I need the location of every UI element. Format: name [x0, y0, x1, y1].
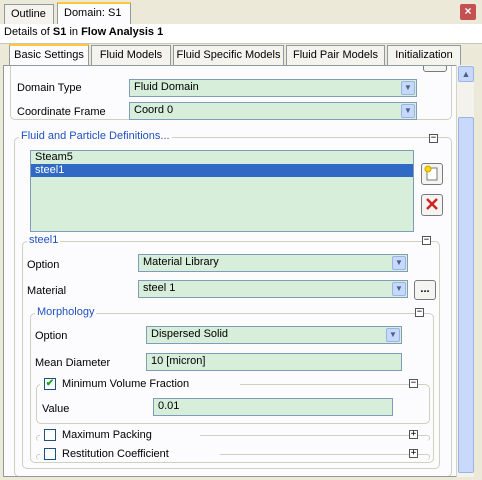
domain-type-value: Fluid Domain	[134, 81, 199, 93]
morphology-title: Morphology	[35, 306, 97, 318]
tab-fluid-pair-models[interactable]: Fluid Pair Models	[286, 45, 385, 65]
details-header: Details of S1 in Flow Analysis 1	[0, 24, 482, 44]
tab-basic-settings-label: Basic Settings	[14, 49, 84, 61]
list-item[interactable]: Steam5	[31, 151, 413, 164]
mean-diameter-input[interactable]: 10 [micron]	[146, 353, 402, 371]
tab-initialization-label: Initialization	[395, 49, 453, 61]
chevron-down-icon[interactable]: ▼	[392, 282, 406, 296]
chevron-down-icon[interactable]: ▼	[386, 328, 400, 342]
min-volume-fraction-label: Minimum Volume Fraction	[62, 378, 190, 390]
max-packing-label: Maximum Packing	[62, 429, 152, 441]
tab-domain-label: Domain: S1	[64, 7, 122, 19]
expand-icon[interactable]: +	[409, 430, 418, 439]
mean-diameter-value: 10 [micron]	[151, 355, 206, 367]
steel1-title: steel1	[27, 234, 61, 246]
material-select[interactable]: steel 1 ▼	[138, 280, 408, 298]
close-icon[interactable]: ×	[460, 4, 476, 20]
scrollbar-thumb[interactable]	[458, 117, 474, 473]
delete-icon	[426, 198, 438, 210]
chevron-down-icon[interactable]: ▼	[392, 256, 406, 270]
browse-label: ...	[420, 283, 430, 295]
min-volume-fraction-checkbox[interactable]: ✔	[44, 378, 56, 390]
scroll-up-icon[interactable]: ▲	[458, 66, 474, 82]
min-volume-fraction-value: 0.01	[158, 400, 180, 412]
min-volume-fraction-input[interactable]: 0.01	[153, 398, 393, 416]
details-analysis: Flow Analysis 1	[81, 26, 164, 38]
option-label: Option	[27, 259, 60, 271]
tab-outline-label: Outline	[11, 8, 46, 20]
tab-initialization[interactable]: Initialization	[387, 45, 461, 65]
tab-fluid-specific-models-label: Fluid Specific Models	[176, 49, 281, 61]
tab-outline[interactable]: Outline	[4, 4, 54, 25]
material-label: Material	[27, 285, 67, 297]
option-select[interactable]: Material Library ▼	[138, 254, 408, 272]
morphology-option-select[interactable]: Dispersed Solid ▼	[146, 326, 402, 344]
collapse-icon[interactable]: −	[422, 236, 431, 245]
domain-type-label: Domain Type	[17, 82, 82, 94]
tab-fluid-models-label: Fluid Models	[99, 49, 163, 61]
tab-fluid-specific-models[interactable]: Fluid Specific Models	[173, 45, 284, 65]
details-object: S1	[52, 26, 67, 38]
tab-fluid-pair-models-label: Fluid Pair Models	[293, 49, 378, 61]
chevron-down-icon[interactable]: ▼	[401, 104, 415, 118]
max-packing-checkbox[interactable]	[44, 429, 56, 441]
coordinate-frame-label: Coordinate Frame	[17, 106, 106, 118]
collapse-icon[interactable]: −	[409, 379, 418, 388]
fluid-definitions-title: Fluid and Particle Definitions...	[19, 130, 172, 142]
collapse-icon[interactable]: −	[415, 308, 424, 317]
add-fluid-button[interactable]	[421, 163, 443, 185]
new-item-icon	[424, 165, 438, 181]
restitution-checkbox[interactable]	[44, 448, 56, 460]
list-item-selected[interactable]: steel1	[31, 164, 413, 177]
vertical-scrollbar[interactable]: ▲	[456, 65, 474, 477]
value-label: Value	[42, 403, 70, 415]
delete-fluid-button[interactable]	[421, 194, 443, 216]
expand-icon[interactable]: +	[409, 449, 418, 458]
tab-basic-settings[interactable]: Basic Settings	[9, 44, 89, 66]
tab-domain[interactable]: Domain: S1	[57, 2, 131, 25]
material-browse-button[interactable]: ...	[414, 280, 436, 300]
collapse-icon[interactable]: −	[429, 134, 438, 143]
domain-type-select[interactable]: Fluid Domain ▼	[129, 79, 417, 97]
material-value: steel 1	[143, 282, 176, 294]
details-prefix: Details of	[4, 26, 53, 38]
details-middle: in	[66, 26, 82, 38]
restitution-label: Restitution Coefficient	[62, 448, 169, 460]
option-value: Material Library	[143, 256, 219, 268]
coordinate-frame-select[interactable]: Coord 0 ▼	[129, 102, 417, 120]
mean-diameter-label: Mean Diameter	[35, 357, 111, 369]
coordinate-frame-value: Coord 0	[134, 104, 174, 116]
morphology-option-label: Option	[35, 330, 68, 342]
morphology-option-value: Dispersed Solid	[151, 328, 229, 340]
tab-fluid-models[interactable]: Fluid Models	[91, 45, 171, 65]
fluid-list[interactable]: Steam5 steel1	[30, 150, 414, 232]
chevron-down-icon[interactable]: ▼	[401, 81, 415, 95]
